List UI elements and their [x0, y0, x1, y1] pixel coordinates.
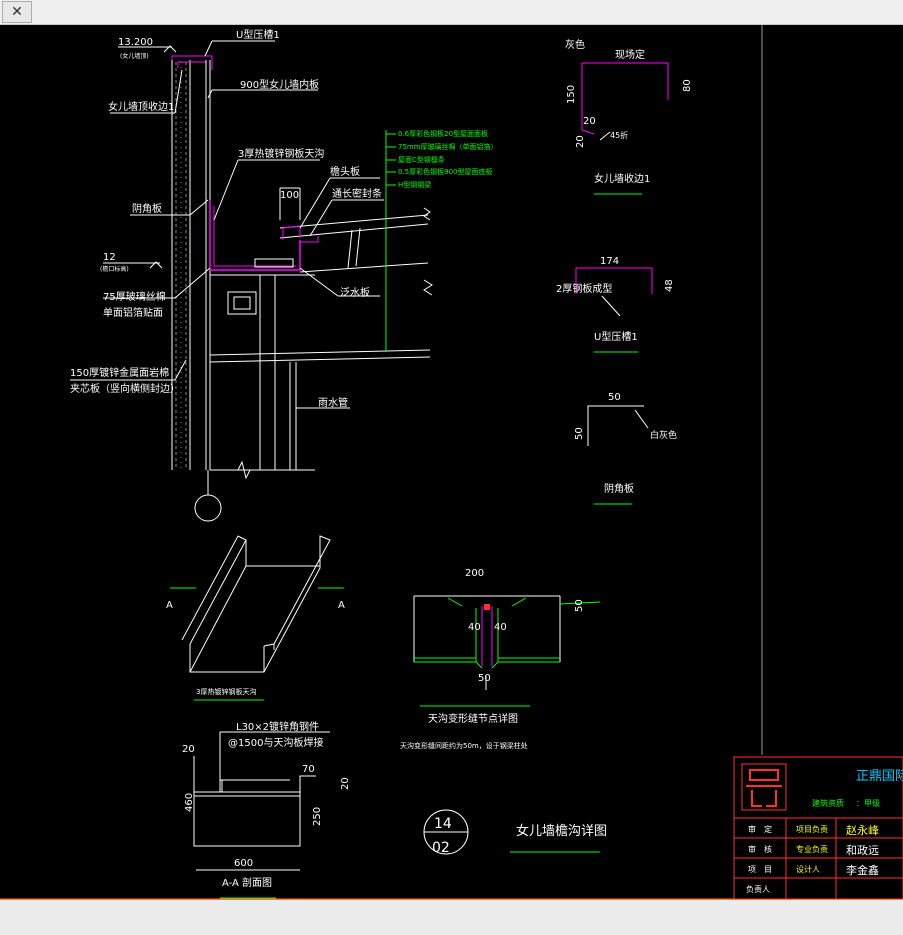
span-label: 现场定: [615, 48, 645, 61]
dim-20b: 20: [575, 135, 586, 148]
drawing-title: 女儿墙檐沟详图: [516, 823, 607, 839]
downpipe-label: 雨水管: [318, 396, 348, 409]
section-mark-a-left: A: [166, 600, 173, 611]
glass-wool-line2: 单面铝箔贴面: [103, 306, 163, 319]
flashing-title: 阴角板: [604, 482, 634, 495]
glass-wool-line1: 75厚玻璃丝棉: [103, 290, 166, 303]
dim-20-right: 20: [340, 777, 351, 790]
dim-20-left: 20: [182, 744, 195, 755]
dim-48: 48: [664, 279, 675, 292]
dim-70: 70: [302, 764, 315, 775]
company-logo: [746, 769, 782, 807]
dim-80: 80: [682, 79, 693, 92]
detail-number: 14: [434, 816, 452, 832]
dim-50-joint: 50: [478, 673, 491, 684]
close-icon[interactable]: ✕: [2, 1, 32, 23]
field-designer: 设计人: [796, 864, 820, 874]
inner-panel-label: 900型女儿墙内板: [240, 78, 319, 91]
sheet-number: 02: [432, 840, 450, 856]
u-cap-label: U型压槽1: [236, 28, 280, 41]
dim-40b: 40: [494, 622, 507, 633]
cad-drawing: 13.200 (女儿墙顶) U型压槽1 900型女儿墙内板 女儿墙顶收边1 3厚…: [0, 25, 903, 900]
dim-600: 600: [234, 858, 253, 869]
fold-label: 45折: [610, 130, 628, 140]
joint-note: 天沟变形缝间距约为50m，设于钢梁柱处: [400, 741, 528, 750]
parapet-cap-label: 女儿墙顶收边1: [108, 100, 174, 113]
sandwich-line2: 夹芯板（竖向横侧封边）: [70, 382, 180, 395]
role-project: 项 目: [748, 865, 772, 874]
dim-460: 460: [184, 793, 195, 812]
roof-note-2: 75mm厚玻璃丝棉（单面铝箔）: [398, 142, 498, 151]
dim-100: 100: [280, 190, 299, 201]
section-mark-a-right: A: [338, 600, 345, 611]
angle-steel-spacing: @1500与天沟板焊接: [228, 736, 323, 749]
company-name: 正鼎国际: [856, 769, 903, 784]
parapet-cap-title: 女儿墙收边1: [594, 172, 650, 185]
u-cap-title: U型压槽1: [594, 330, 638, 343]
roof-note-3: 屋面C型钢檩条: [398, 155, 445, 164]
dim-50-right: 50: [574, 599, 585, 612]
gutter-label: 3厚热镀锌钢板天沟: [238, 147, 324, 160]
eave-board-label: 檐头板: [330, 165, 360, 178]
aa-section-title: A-A 剖面图: [222, 876, 272, 889]
sign-review: 和政远: [846, 843, 879, 857]
gutter-iso-title: 3厚热镀锌钢板天沟: [196, 687, 256, 696]
profile-flashing: [587, 405, 649, 446]
angle-steel-note: L30×2镀锌角钢件: [236, 720, 319, 733]
dim-20a: 20: [583, 116, 596, 127]
joint-title: 天沟变形缝节点详图: [428, 712, 518, 725]
gutter-elevation: 12: [103, 252, 116, 263]
dim-150: 150: [566, 85, 577, 104]
sign-designer: 李金鑫: [846, 863, 879, 877]
dim-200: 200: [465, 568, 484, 579]
roof-note-5: H型钢钢梁: [398, 180, 431, 189]
role-review: 审 核: [748, 844, 772, 854]
steel-plate-label: 2厚钢板成型: [556, 282, 612, 295]
dim-174: 174: [600, 256, 619, 267]
top-elevation: 13.200: [118, 37, 153, 48]
cad-canvas[interactable]: 13.200 (女儿墙顶) U型压槽1 900型女儿墙内板 女儿墙顶收边1 3厚…: [0, 25, 903, 900]
field-project-lead: 项目负责: [796, 824, 828, 834]
window-toolbar: ✕: [0, 0, 903, 25]
parapet-section: [70, 40, 433, 522]
aa-section: [193, 731, 330, 899]
gutter-elevation-note: (檐口标高): [100, 265, 129, 273]
drain-board-label: 泛水板: [340, 286, 370, 299]
status-bar: [0, 899, 903, 935]
gutter-isometric: [181, 535, 331, 673]
sign-approve: 赵永峰: [846, 823, 879, 837]
role-lead: 负责人: [746, 884, 770, 894]
role-approve: 审 定: [748, 824, 772, 834]
seal-strip-label: 通长密封条: [332, 187, 382, 200]
sandwich-line1: 150厚镀锌金属面岩棉: [70, 366, 169, 379]
expansion-joint-detail: [413, 595, 601, 707]
dim-40a: 40: [468, 622, 481, 633]
top-elevation-note: (女儿墙顶): [120, 52, 149, 60]
field-discipline-lead: 专业负责: [796, 844, 828, 854]
roof-note-1: 0.6厚彩色钢板20型屋面面板: [398, 129, 488, 138]
cert-label: 建筑资质: [812, 798, 844, 808]
roof-note-4: 0.5厚彩色钢板900型屋面底板: [398, 167, 493, 176]
grey-label: 灰色: [565, 38, 585, 51]
cert-value: ：甲级: [856, 798, 880, 808]
flashing-label: 阴角板: [132, 202, 162, 215]
white-grey-label: 白灰色: [650, 429, 677, 441]
dim-50b: 50: [574, 427, 585, 440]
dim-50a: 50: [608, 392, 621, 403]
dim-250: 250: [312, 807, 323, 826]
